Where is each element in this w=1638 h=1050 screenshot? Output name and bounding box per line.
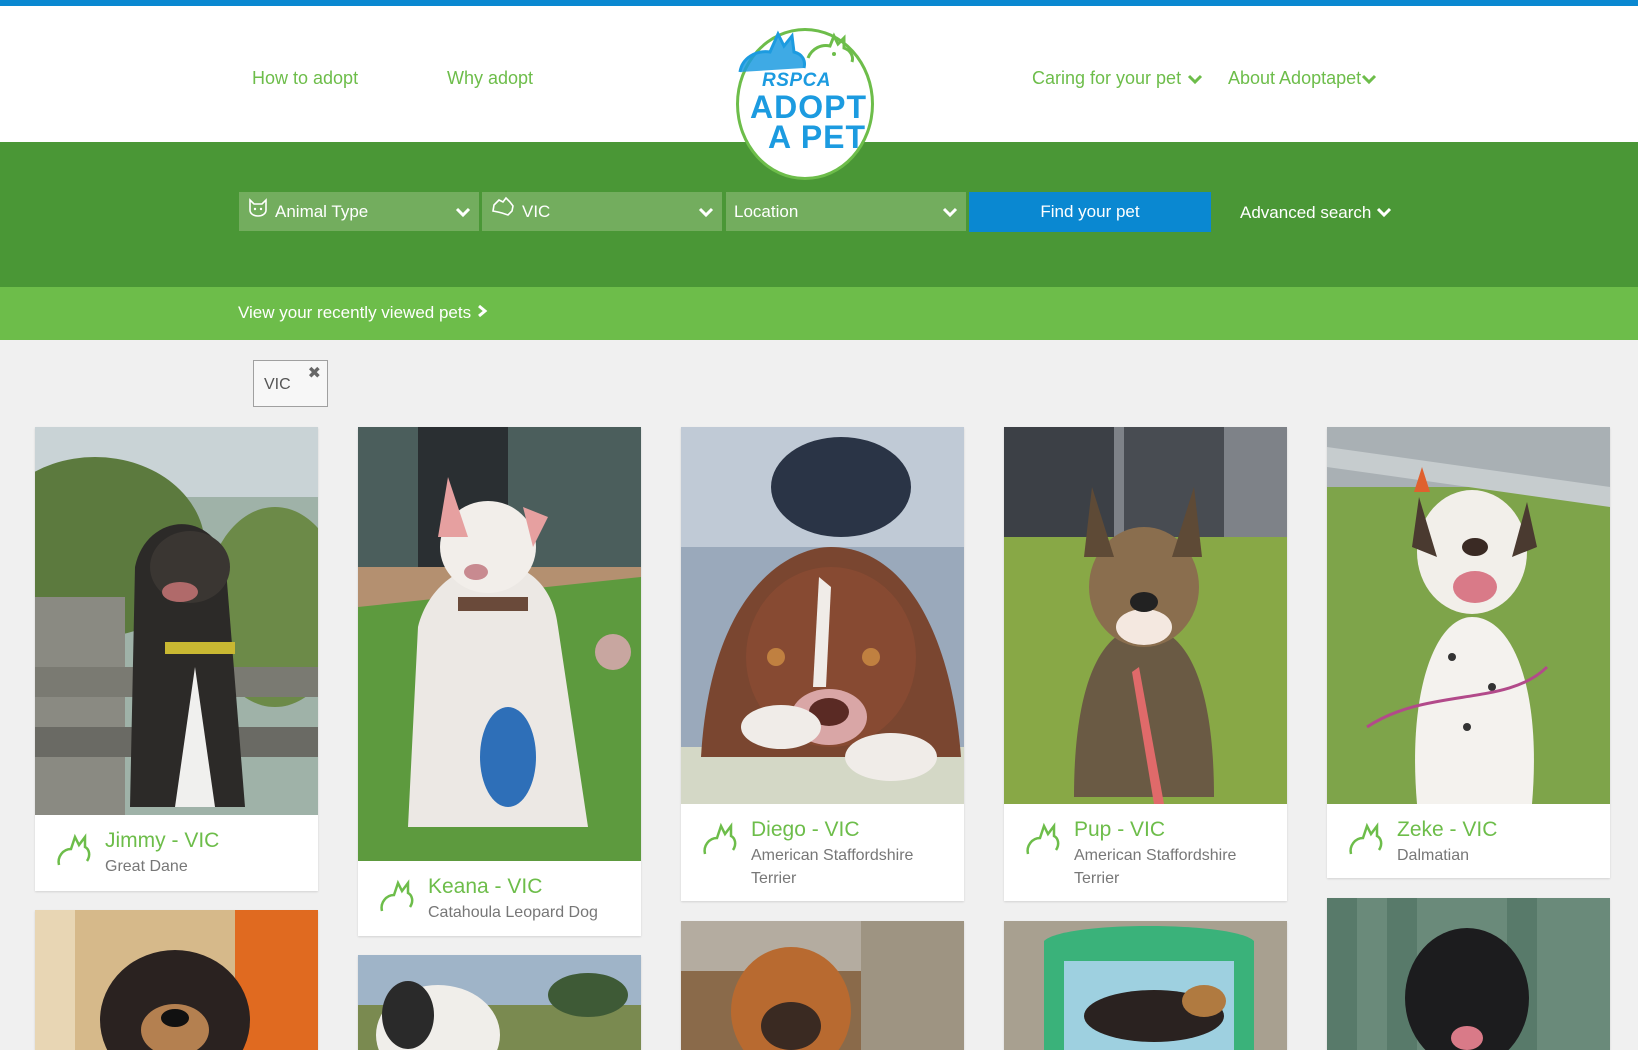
pet-card[interactable]: Pup - VIC American Staffordshire Terrier [1004, 427, 1287, 901]
animal-type-select[interactable]: Animal Type [239, 192, 479, 231]
find-your-pet-button[interactable]: Find your pet [969, 192, 1211, 232]
pet-card[interactable] [1327, 898, 1610, 1050]
nav-why-adopt[interactable]: Why adopt [447, 68, 533, 89]
nav-about-adoptapet[interactable]: About Adoptapet [1228, 68, 1377, 90]
pet-photo [681, 427, 964, 804]
active-filter-tag: VIC ✖ [253, 360, 328, 407]
nav-about-label: About Adoptapet [1228, 68, 1362, 88]
chevron-down-icon [698, 192, 714, 245]
pet-card[interactable] [358, 955, 641, 1050]
chevron-right-icon [476, 303, 488, 322]
recently-viewed-band: View your recently viewed pets [0, 287, 1638, 340]
pet-breed: Great Dane [105, 858, 188, 875]
dog-cat-icon [701, 822, 739, 863]
chevron-down-icon [455, 192, 471, 245]
chevron-down-icon [1376, 203, 1392, 222]
pet-info: Keana - VIC Catahoula Leopard Dog [358, 861, 641, 936]
logo-adopt-text: ADOPT [750, 89, 867, 125]
pet-breed: Dalmatian [1397, 847, 1470, 864]
pet-info: Diego - VIC American Staffordshire Terri… [681, 804, 964, 901]
cat-icon [247, 193, 269, 232]
pet-breed: American Staffordshire Terrier [751, 847, 914, 887]
recently-viewed-link[interactable]: View your recently viewed pets [238, 303, 488, 323]
chevron-down-icon [942, 192, 958, 245]
pet-breed: Catahoula Leopard Dog [428, 904, 598, 921]
close-icon[interactable]: ✖ [308, 363, 321, 383]
pet-card[interactable] [681, 921, 964, 1050]
pet-photo [358, 427, 641, 861]
pet-name: Jimmy - VIC [105, 829, 220, 852]
dog-cat-icon [55, 833, 93, 874]
pet-name: Diego - VIC [751, 818, 860, 841]
animal-type-label: Animal Type [275, 202, 369, 221]
logo-a-pet-text: A PET [768, 119, 867, 155]
pet-card[interactable]: Diego - VIC American Staffordshire Terri… [681, 427, 964, 901]
filter-tag-label: VIC [264, 376, 291, 393]
pet-photo [1327, 898, 1610, 1050]
rspca-adopt-a-pet-logo[interactable]: RSPCA ADOPT A PET [724, 14, 884, 184]
pet-photo [681, 921, 964, 1050]
pet-card[interactable]: Jimmy - VIC Great Dane [35, 427, 318, 891]
pet-photo [358, 955, 641, 1050]
advanced-search-label: Advanced search [1240, 203, 1372, 222]
chevron-down-icon [1361, 69, 1377, 90]
pet-name: Zeke - VIC [1397, 818, 1498, 841]
pet-photo [1004, 921, 1287, 1050]
state-label: VIC [522, 202, 551, 221]
dog-cat-icon [1024, 822, 1062, 863]
pet-card[interactable]: Keana - VIC Catahoula Leopard Dog [358, 427, 641, 936]
pet-name: Pup - VIC [1074, 818, 1166, 841]
pet-photo [1327, 427, 1610, 804]
pet-card[interactable] [35, 910, 318, 1050]
advanced-search-link[interactable]: Advanced search [1240, 203, 1392, 223]
pet-breed: American Staffordshire Terrier [1074, 847, 1237, 887]
nav-caring-for-your-pet[interactable]: Caring for your pet [1032, 68, 1203, 90]
australia-map-icon [490, 193, 516, 232]
pet-card[interactable] [1004, 921, 1287, 1050]
location-select[interactable]: Location [726, 192, 966, 231]
pet-name: Keana - VIC [428, 875, 543, 898]
dog-cat-icon [378, 879, 416, 920]
nav-caring-label: Caring for your pet [1032, 68, 1182, 88]
location-label: Location [734, 202, 799, 221]
recently-viewed-label: View your recently viewed pets [238, 303, 472, 322]
pet-card[interactable]: Zeke - VIC Dalmatian [1327, 427, 1610, 878]
state-select[interactable]: VIC [482, 192, 722, 231]
dog-cat-icon [1347, 822, 1385, 863]
pet-info: Zeke - VIC Dalmatian [1327, 804, 1610, 878]
pet-photo [35, 910, 318, 1050]
pet-info: Pup - VIC American Staffordshire Terrier [1004, 804, 1287, 901]
pet-photo [1004, 427, 1287, 804]
pet-photo [35, 427, 318, 815]
nav-how-to-adopt[interactable]: How to adopt [252, 68, 358, 89]
pet-info: Jimmy - VIC Great Dane [35, 815, 318, 891]
chevron-down-icon [1187, 69, 1203, 90]
